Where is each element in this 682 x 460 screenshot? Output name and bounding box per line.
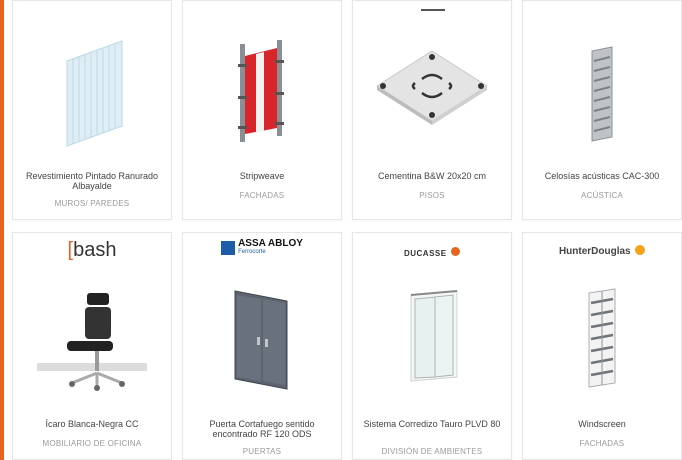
stripweave-illustration (183, 36, 341, 146)
brand-logo-hunterdouglas: HunterDouglas (523, 241, 681, 259)
product-category: MOBILIARIO DE OFICINA (42, 439, 142, 448)
product-title[interactable]: Stripweave (189, 171, 335, 181)
brand-name: bash (73, 239, 117, 261)
product-category: FACHADAS (239, 191, 285, 200)
product-card[interactable]: Revestimiento Pintado Ranurado Albayalde… (12, 0, 172, 220)
office-chair-illustration (13, 283, 171, 393)
product-category: MUROS/ PAREDES (54, 199, 130, 208)
product-category: FACHADAS (579, 439, 625, 448)
hunterdouglas-mark-icon (635, 244, 646, 255)
product-card[interactable]: DUCASSE Sistema Corredizo Tauro PLVD 80 … (352, 232, 512, 460)
sliding-door-illustration (353, 285, 511, 395)
acoustic-louver-illustration (523, 41, 681, 151)
product-title[interactable]: Ícaro Blanca-Negra CC (19, 419, 165, 429)
product-category: PUERTAS (242, 447, 282, 456)
product-title[interactable]: Puerta Cortafuego sentido encontrado RF … (189, 419, 335, 439)
ducasse-mark-icon (451, 247, 461, 257)
product-card[interactable]: Celosías acústicas CAC-300 ACÚSTICA (522, 0, 682, 220)
accent-bar (0, 0, 4, 460)
product-category: DIVISIÓN DE AMBIENTES (381, 447, 483, 456)
floor-tile-illustration (353, 41, 511, 141)
product-card[interactable]: [bash Ícaro Blanca-Negra CC MOBILIARIO D… (12, 232, 172, 460)
brand-logo-bash: [bash (67, 239, 117, 261)
product-title[interactable]: Windscreen (529, 419, 675, 429)
product-card[interactable]: Stripweave FACHADAS (182, 0, 342, 220)
brand-logo-ducasse: DUCASSE (353, 243, 511, 261)
product-title[interactable]: Celosías acústicas CAC-300 (529, 171, 675, 181)
product-card[interactable]: Cementina B&W 20x20 cm PISOS (352, 0, 512, 220)
product-card[interactable]: ASSA ABLOY Ferrocorte Puerta Cortafuego … (182, 232, 342, 460)
brand-name: DUCASSE (403, 249, 447, 258)
product-title[interactable]: Cementina B&W 20x20 cm (359, 171, 505, 181)
ribbed-panel-illustration (13, 31, 171, 151)
brand-logo-assa-abloy: ASSA ABLOY Ferrocorte (183, 239, 341, 260)
brand-name: HunterDouglas (558, 246, 631, 257)
brand-sub: Ferrocorte (238, 249, 266, 255)
brand-name: ASSA ABLOY (238, 238, 303, 249)
product-grid: Revestimiento Pintado Ranurado Albayalde… (12, 0, 682, 460)
product-card[interactable]: HunterDouglas Windscreen FACHADAS (522, 232, 682, 460)
product-title[interactable]: Sistema Corredizo Tauro PLVD 80 (359, 419, 505, 429)
product-title[interactable]: Revestimiento Pintado Ranurado Albayalde (19, 171, 165, 191)
assa-abloy-mark-icon (221, 240, 236, 255)
fire-door-illustration (183, 285, 341, 395)
image-divider (421, 9, 445, 11)
windscreen-illustration (523, 285, 681, 395)
product-category: PISOS (419, 191, 445, 200)
product-category: ACÚSTICA (580, 191, 624, 200)
